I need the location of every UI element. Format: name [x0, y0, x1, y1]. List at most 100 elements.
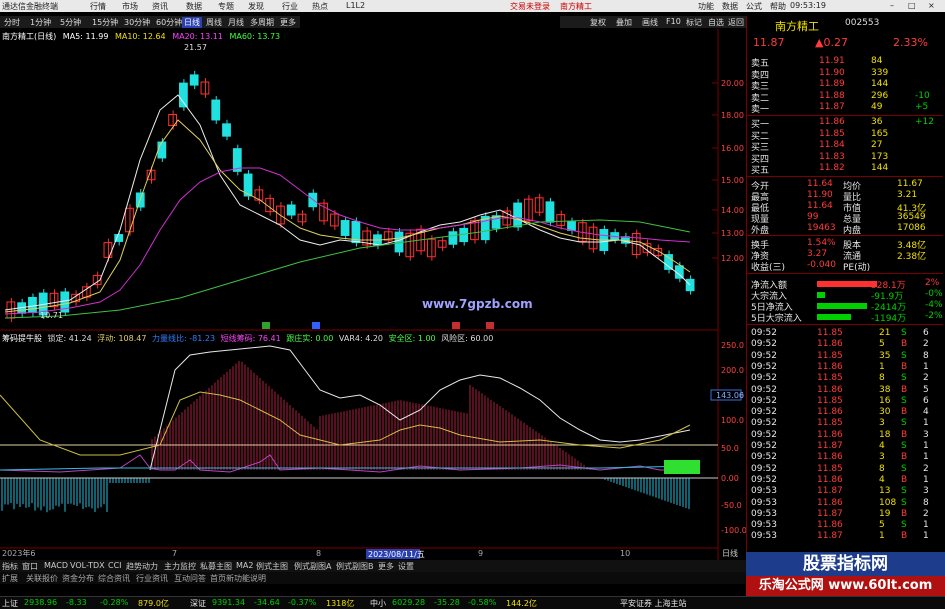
quote-panel: 南方精工 002553 11.87 ▲0.27 2.33% 卖五 11.91 8… — [746, 16, 945, 568]
tool-fuquan[interactable]: 复权 — [590, 17, 606, 28]
period-60min[interactable]: 60分钟 — [156, 17, 182, 28]
indicator-tab[interactable]: 例式副图B — [336, 561, 374, 572]
menu-gongshi[interactable]: 公式 — [746, 1, 762, 12]
signal-marker — [312, 322, 320, 329]
tool-huaxian[interactable]: 画线 — [642, 17, 658, 28]
period-multi[interactable]: 多周期 — [250, 17, 274, 28]
menu-hangqing[interactable]: 行情 — [90, 1, 106, 12]
index-amount: 879.0亿 — [138, 599, 169, 608]
menu-faxian[interactable]: 发现 — [248, 1, 264, 12]
flow-bar — [817, 303, 867, 309]
tool-f10[interactable]: F10 — [666, 17, 681, 26]
indicator-tab[interactable]: 更多 — [378, 561, 394, 572]
extension-tab[interactable]: 行业资讯 — [136, 573, 168, 584]
menu-zixun[interactable]: 资讯 — [152, 1, 168, 12]
indicator-tick-label: 250.0 — [721, 341, 744, 350]
indicator-tab[interactable]: 主力监控 — [164, 561, 196, 572]
site-watermark-red: 乐淘公式网 www.60lt.com — [746, 576, 945, 596]
indicator-tab[interactable]: 私募主图 — [200, 561, 232, 572]
indicator-tab[interactable]: CCI — [108, 561, 122, 570]
maximize-button[interactable]: □ — [908, 1, 916, 10]
index-name[interactable]: 中小 — [370, 598, 386, 609]
indicator-tab[interactable]: 例式副图A — [294, 561, 331, 572]
period-weekly[interactable]: 周线 — [206, 17, 222, 28]
menu-gongneng[interactable]: 功能 — [698, 1, 714, 12]
tick-row: 09:52 11.86 18 B 3 — [747, 430, 937, 442]
menu-redian[interactable]: 热点 — [312, 1, 328, 12]
tick-time: 09:53 — [751, 497, 777, 508]
price-tick-label: 15.00 — [721, 176, 744, 185]
tick-side: S — [901, 520, 907, 531]
bids-volume: 165 — [871, 128, 889, 139]
bids-row[interactable]: 买二 11.85 165 — [747, 128, 937, 142]
tick-count: 5 — [923, 384, 929, 395]
extension-tab[interactable]: 资金分布 — [62, 573, 94, 584]
period-daily[interactable]: 日线 — [182, 17, 202, 28]
asks-row[interactable]: 卖二 11.88 296 -10 — [747, 91, 937, 104]
indicator-tab[interactable]: 设置 — [398, 561, 414, 572]
login-status[interactable]: 交易未登录 — [510, 1, 550, 12]
kline-chart[interactable]: 20.00 18.00 16.00 15.00 14.00 13.00 12.00 21.5… — [0, 29, 746, 560]
indicator-tab[interactable]: MA2 — [236, 561, 253, 570]
tool-zixuan[interactable]: 自选 — [708, 17, 724, 28]
period-30min[interactable]: 30分钟 — [124, 17, 150, 28]
asks-row[interactable]: 卖一 11.87 49 +5 — [747, 102, 937, 115]
extension-tab[interactable]: 首页新功能说明 — [210, 573, 266, 584]
menu-hangye[interactable]: 行业 — [282, 1, 298, 12]
extension-tab[interactable]: 关联报价 — [26, 573, 58, 584]
indicator-tab[interactable]: 指标 — [2, 561, 18, 572]
menu-bangzhu[interactable]: 帮助 — [770, 1, 786, 12]
stat-value: 11.64 — [807, 201, 833, 211]
stat-label: 收益(三) — [751, 263, 786, 273]
bids-price: 11.85 — [819, 128, 845, 139]
price-tick-label: 13.00 — [721, 229, 744, 238]
tick-volume: 8 — [879, 373, 885, 384]
asks-volume: 49 — [871, 102, 883, 112]
index-name[interactable]: 深证 — [190, 598, 206, 609]
tick-volume: 38 — [879, 384, 891, 395]
extension-tab[interactable]: 综合资讯 — [98, 573, 130, 584]
period-fenshi[interactable]: 分时 — [4, 17, 20, 28]
period-1min[interactable]: 1分钟 — [30, 17, 51, 28]
extension-tab[interactable]: 互动问答 — [174, 573, 206, 584]
indicator-tab[interactable]: VOL-TDX — [70, 561, 105, 570]
extension-tab[interactable]: 扩展 — [2, 573, 18, 584]
tick-side: B — [901, 531, 908, 542]
menu-shuju[interactable]: 数据 — [186, 1, 202, 12]
tick-volume: 5 — [879, 339, 885, 350]
tool-biaoji[interactable]: 标记 — [686, 17, 702, 28]
asks-row[interactable]: 卖五 11.91 84 — [747, 56, 937, 69]
menu-shichang[interactable]: 市场 — [122, 1, 138, 12]
bids-row[interactable]: 买五 11.82 144 — [747, 163, 937, 176]
tick-volume: 1 — [879, 531, 885, 542]
candle-body — [567, 221, 576, 231]
candle-body — [211, 99, 221, 121]
indicator-tick-label: 50.0 — [721, 444, 739, 453]
index-name[interactable]: 上证 — [2, 598, 18, 609]
period-more[interactable]: 更多 — [280, 17, 296, 28]
tick-side: B — [901, 474, 908, 485]
indicator-tab[interactable]: 例式主图 — [256, 561, 288, 572]
indicator-name[interactable]: 筹码提牛股 — [2, 334, 42, 343]
price-tick-label: 16.00 — [721, 144, 744, 153]
period-monthly[interactable]: 月线 — [228, 17, 244, 28]
tick-volume: 19 — [879, 508, 891, 519]
period-15min[interactable]: 15分钟 — [92, 17, 118, 28]
menu-shuju-right[interactable]: 数据 — [722, 1, 738, 12]
tool-diejia[interactable]: 叠加 — [616, 17, 632, 28]
indicator-tab[interactable]: 趋势动力 — [126, 561, 158, 572]
minimize-button[interactable]: – — [890, 1, 894, 10]
period-5min[interactable]: 5分钟 — [60, 17, 81, 28]
tick-volume: 18 — [879, 429, 891, 440]
close-button[interactable]: × — [928, 1, 935, 10]
bids-row[interactable]: 买四 11.83 173 — [747, 152, 937, 165]
asks-row[interactable]: 卖三 11.89 144 — [747, 79, 937, 92]
asks-row[interactable]: 卖四 11.90 339 — [747, 68, 937, 81]
bids-row[interactable]: 买一 11.86 36 +12 — [747, 117, 937, 130]
indicator-tab[interactable]: 窗口 — [22, 561, 38, 572]
indicator-tab[interactable]: MACD — [44, 561, 68, 570]
tool-fanhui[interactable]: 返回 — [728, 17, 744, 28]
asks-price: 11.91 — [819, 56, 845, 66]
menu-zhuanti[interactable]: 专题 — [218, 1, 234, 12]
bids-row[interactable]: 买三 11.84 27 — [747, 140, 937, 153]
